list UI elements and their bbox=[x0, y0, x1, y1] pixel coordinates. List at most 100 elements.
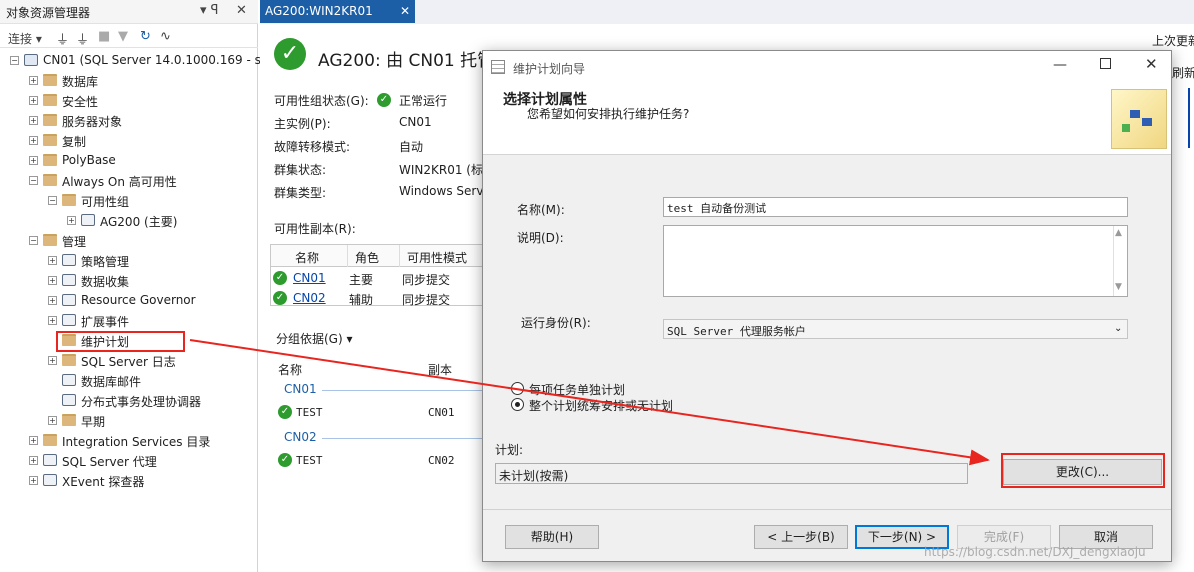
minimize-icon[interactable]: — bbox=[1053, 57, 1067, 73]
help-button[interactable]: 帮助(H) bbox=[505, 525, 599, 549]
tree-node[interactable]: − CN01 (SQL Server 14.0.1000.169 - s bbox=[0, 51, 261, 71]
replicas-header: 名称 角色 可用性模式 bbox=[271, 245, 483, 267]
expand-icon[interactable]: + bbox=[48, 416, 57, 425]
wizard-title: 维护计划向导 bbox=[513, 62, 586, 76]
right-links-stub[interactable] bbox=[1188, 88, 1191, 148]
collapse-icon[interactable]: − bbox=[48, 196, 57, 205]
col-mode: 可用性模式 bbox=[407, 251, 468, 265]
property-label: 可用性组状态(G): bbox=[274, 94, 369, 108]
tree-node-label: Integration Services 目录 bbox=[62, 435, 211, 449]
tree-node[interactable]: 数据库邮件 bbox=[0, 371, 258, 391]
tree-node-label: Always On 高可用性 bbox=[62, 175, 177, 189]
tree-node[interactable]: + PolyBase bbox=[0, 151, 258, 171]
expand-icon[interactable]: + bbox=[48, 316, 57, 325]
expand-icon[interactable]: + bbox=[29, 116, 38, 125]
expand-icon[interactable]: + bbox=[48, 276, 57, 285]
connect-button[interactable]: 连接 ▾ bbox=[8, 30, 42, 47]
group-header[interactable]: CN01 bbox=[284, 382, 317, 396]
pin-menu-icon[interactable]: ▾ ꟼ bbox=[200, 3, 219, 18]
description-field[interactable]: ▲ ▼ bbox=[663, 225, 1128, 297]
tree-node[interactable]: + 复制 bbox=[0, 131, 258, 151]
tree-node[interactable]: + Resource Governor bbox=[0, 291, 258, 311]
folder-icon bbox=[43, 174, 57, 186]
replica-name-link[interactable]: CN01 bbox=[293, 271, 326, 285]
collapse-icon[interactable]: − bbox=[29, 236, 38, 245]
ok-status-icon: ✓ bbox=[273, 271, 287, 285]
folder-icon bbox=[62, 354, 76, 366]
expand-icon[interactable]: + bbox=[29, 136, 38, 145]
wizard-titlebar: 维护计划向导 — ✕ bbox=[483, 51, 1171, 83]
database-replica: CN01 bbox=[428, 406, 455, 419]
ok-status-icon: ✓ bbox=[278, 453, 292, 467]
tree-node[interactable]: + 策略管理 bbox=[0, 251, 258, 271]
tree-node-label: 安全性 bbox=[62, 95, 99, 109]
collapse-icon[interactable]: − bbox=[10, 56, 19, 65]
tree-node[interactable]: 分布式事务处理协调器 bbox=[0, 391, 258, 411]
expand-icon[interactable]: + bbox=[48, 296, 57, 305]
connect-icon[interactable]: ⏚ bbox=[56, 29, 69, 48]
disconnect-icon[interactable]: ⏚ bbox=[76, 29, 89, 48]
name-field[interactable]: test 自动备份测试 bbox=[663, 197, 1128, 217]
database-name[interactable]: TEST bbox=[296, 454, 323, 467]
stop-icon[interactable]: ■ bbox=[98, 29, 110, 44]
expand-icon[interactable]: + bbox=[67, 216, 76, 225]
radio-single-control[interactable] bbox=[511, 398, 524, 411]
tree-node[interactable]: + SQL Server 代理 bbox=[0, 451, 258, 471]
footer-divider bbox=[483, 509, 1171, 510]
property-label: 群集状态: bbox=[274, 163, 327, 177]
expand-icon[interactable]: + bbox=[29, 436, 38, 445]
property-value: Windows Serve bbox=[399, 184, 491, 198]
radio-single-schedule[interactable]: 整个计划统筹安排或无计划 bbox=[511, 397, 771, 413]
tree-node[interactable]: + Integration Services 目录 bbox=[0, 431, 258, 451]
tree-node[interactable]: + 数据收集 bbox=[0, 271, 258, 291]
tree-node[interactable]: − 可用性组 bbox=[0, 191, 258, 211]
tree-node[interactable]: − Always On 高可用性 bbox=[0, 171, 258, 191]
folder-icon bbox=[43, 234, 57, 246]
close-panel-icon[interactable]: ✕ bbox=[236, 3, 247, 18]
database-name[interactable]: TEST bbox=[296, 406, 323, 419]
tree-node[interactable]: + 服务器对象 bbox=[0, 111, 258, 131]
expand-icon[interactable]: + bbox=[29, 156, 38, 165]
replica-mode: 同步提交 bbox=[402, 293, 451, 307]
replica-row[interactable]: ✓ CN01 主要 同步提交 bbox=[271, 269, 483, 289]
tree-node[interactable]: + AG200 (主要) bbox=[0, 211, 258, 231]
availability-group-icon bbox=[81, 214, 95, 226]
expand-icon[interactable]: + bbox=[29, 476, 38, 485]
filter-icon[interactable]: ▼ bbox=[118, 29, 128, 44]
collapse-icon[interactable]: − bbox=[29, 176, 38, 185]
database-replica: CN02 bbox=[428, 454, 455, 467]
replica-name-link[interactable]: CN02 bbox=[293, 291, 326, 305]
back-button[interactable]: < 上一步(B) bbox=[754, 525, 848, 549]
activity-monitor-icon[interactable]: ∿ bbox=[160, 29, 171, 44]
expand-icon[interactable]: + bbox=[29, 96, 38, 105]
tree-node[interactable]: − 管理 bbox=[0, 231, 258, 251]
expand-icon[interactable]: + bbox=[29, 456, 38, 465]
tree-node[interactable]: + 数据库 bbox=[0, 71, 258, 91]
replica-row[interactable]: ✓ CN02 辅助 同步提交 bbox=[271, 289, 483, 309]
tree-node[interactable]: + 安全性 bbox=[0, 91, 258, 111]
run-as-value: SQL Server 代理服务帐户 bbox=[667, 325, 806, 338]
tree-node[interactable]: + SQL Server 日志 bbox=[0, 351, 258, 371]
tree-node[interactable]: + XEvent 探查器 bbox=[0, 471, 258, 491]
scroll-down-icon[interactable]: ▼ bbox=[1115, 282, 1122, 292]
tree-node[interactable]: + 扩展事件 bbox=[0, 311, 258, 331]
radio-separate-schedules[interactable]: 每项任务单独计划 bbox=[511, 381, 771, 397]
tab-ag200[interactable]: AG200:WIN2KR01 ✕ bbox=[260, 0, 415, 23]
tab-close-icon[interactable]: ✕ bbox=[400, 4, 410, 18]
tree-node[interactable]: + 早期 bbox=[0, 411, 258, 431]
run-as-select[interactable]: SQL Server 代理服务帐户 ⌄ bbox=[663, 319, 1128, 339]
expand-icon[interactable]: + bbox=[48, 356, 57, 365]
maximize-icon[interactable] bbox=[1100, 58, 1111, 69]
expand-icon[interactable]: + bbox=[29, 76, 38, 85]
scroll-up-icon[interactable]: ▲ bbox=[1115, 228, 1122, 238]
tree-node-label: SQL Server 日志 bbox=[81, 355, 176, 369]
refresh-icon[interactable]: ↻ bbox=[140, 29, 151, 44]
group-by-dropdown[interactable]: 分组依据(G) ▾ bbox=[276, 330, 353, 347]
close-dialog-icon[interactable]: ✕ bbox=[1145, 55, 1158, 73]
replicas-table: 名称 角色 可用性模式 ✓ CN01 主要 同步提交 ✓ CN02 辅助 同步提交 bbox=[270, 244, 484, 309]
tree-node-label: Resource Governor bbox=[81, 293, 196, 307]
radio-separate-control[interactable] bbox=[511, 382, 524, 395]
group-header[interactable]: CN02 bbox=[284, 430, 317, 444]
expand-icon[interactable]: + bbox=[48, 256, 57, 265]
tree-node-label: 可用性组 bbox=[81, 195, 130, 209]
